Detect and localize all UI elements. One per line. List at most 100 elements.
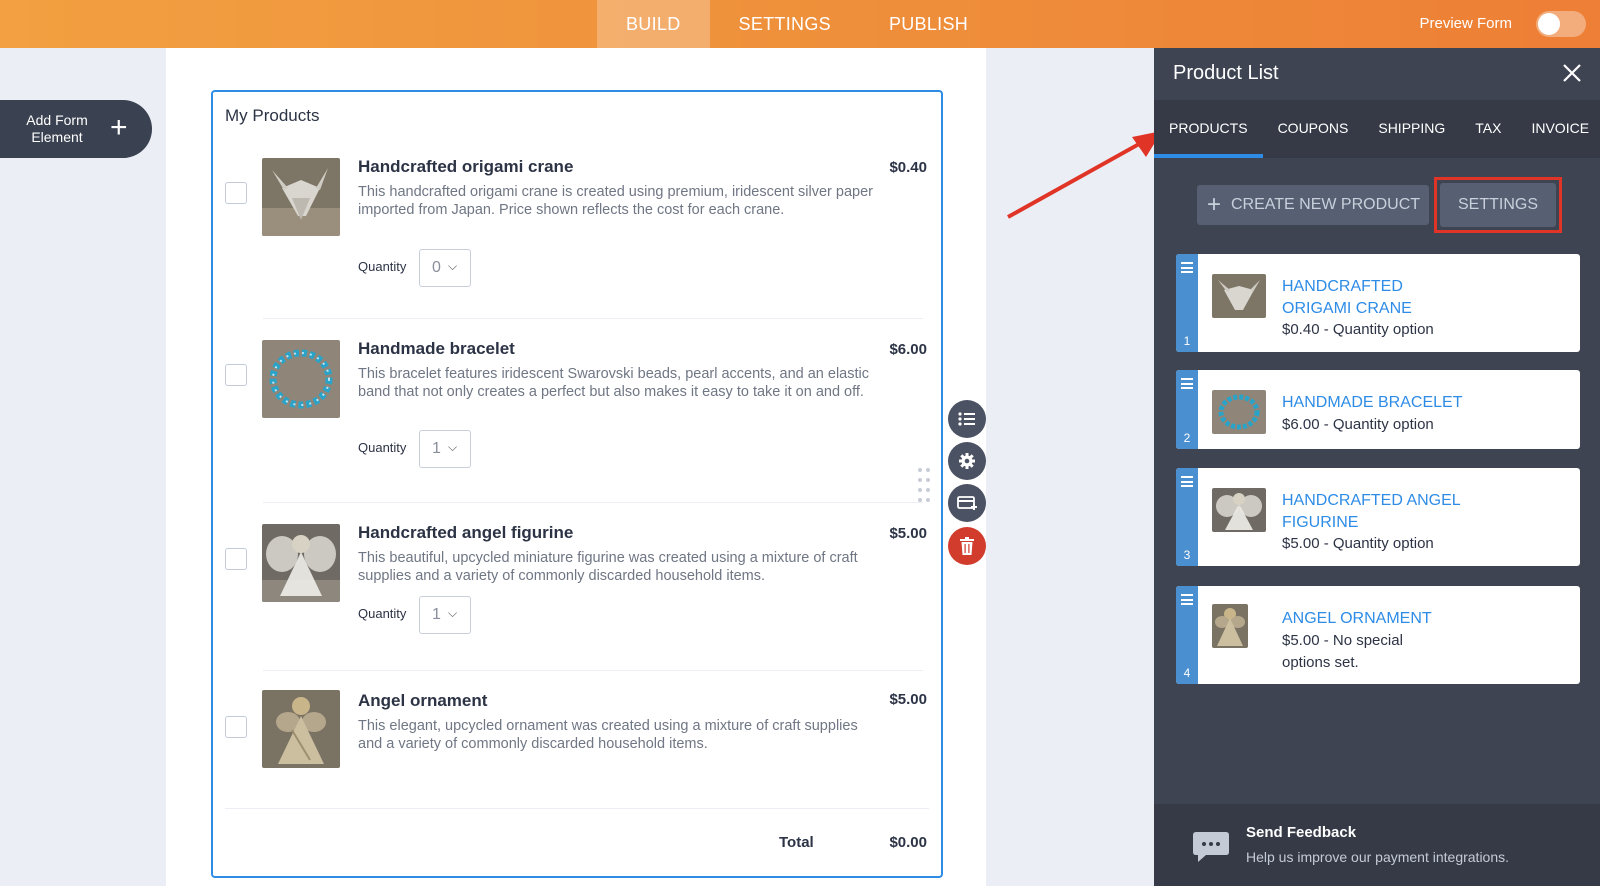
- tab-publish[interactable]: PUBLISH: [860, 0, 997, 48]
- quantity-value: 0: [432, 259, 441, 276]
- preview-form-toggle[interactable]: [1536, 11, 1586, 37]
- tab-products[interactable]: PRODUCTS: [1154, 100, 1263, 158]
- list-icon[interactable]: [948, 400, 986, 438]
- product-checkbox[interactable]: [225, 364, 247, 386]
- product-name: Angel ornament: [358, 691, 488, 710]
- product-index: 2: [1183, 431, 1191, 445]
- hamburger-icon: [1181, 262, 1193, 276]
- product-image-angel-ornament: [262, 690, 340, 768]
- product-checkbox[interactable]: [225, 548, 247, 570]
- drag-handle-icon[interactable]: [918, 468, 932, 502]
- tab-coupons[interactable]: COUPONS: [1263, 100, 1364, 158]
- tab-tax[interactable]: TAX: [1460, 100, 1516, 158]
- plus-icon: +: [110, 111, 128, 144]
- hamburger-icon: [1181, 594, 1193, 608]
- create-new-product-button[interactable]: + CREATE NEW PRODUCT: [1197, 185, 1429, 225]
- product-card-name[interactable]: HANDCRAFTED ORIGAMI CRANE: [1282, 276, 1412, 319]
- product-checkbox[interactable]: [225, 182, 247, 204]
- panel-tabs: PRODUCTS COUPONS SHIPPING TAX INVOICE: [1154, 100, 1600, 158]
- drag-handle[interactable]: 1: [1176, 254, 1198, 352]
- product-card-detail: $0.40 - Quantity option: [1282, 321, 1434, 338]
- product-divider: [263, 502, 923, 503]
- product-card[interactable]: 1 HANDCRAFTED ORIGAMI CRANE $0.40 - Quan…: [1176, 254, 1580, 352]
- product-description: This bracelet features iridescent Swarov…: [358, 366, 869, 400]
- product-image-origami-crane: [262, 158, 340, 236]
- drag-handle[interactable]: 2: [1176, 370, 1198, 449]
- product-name: Handmade bracelet: [358, 339, 515, 358]
- product-settings-button[interactable]: SETTINGS: [1440, 183, 1556, 227]
- hamburger-icon: [1181, 476, 1193, 490]
- quantity-value: 1: [432, 606, 441, 623]
- product-thumbnail: [1212, 488, 1266, 532]
- payment-card-icon[interactable]: [948, 484, 986, 522]
- product-divider: [263, 670, 923, 671]
- product-index: 3: [1183, 548, 1191, 562]
- product-price: $6.00: [889, 341, 927, 358]
- panel-header: Product List: [1154, 48, 1600, 100]
- send-feedback[interactable]: Send Feedback Help us improve our paymen…: [1154, 804, 1600, 886]
- product-index: 4: [1183, 666, 1191, 680]
- total-value: $0.00: [889, 834, 927, 851]
- drag-handle[interactable]: 3: [1176, 468, 1198, 566]
- quantity-value: 1: [432, 440, 441, 457]
- create-new-product-label: CREATE NEW PRODUCT: [1231, 196, 1421, 213]
- chat-bubble-icon: [1193, 832, 1229, 862]
- plus-icon: +: [1207, 191, 1222, 218]
- builder-tabs: BUILD SETTINGS PUBLISH: [597, 0, 997, 48]
- widget-title: My Products: [225, 106, 320, 125]
- feedback-subtitle: Help us improve our payment integrations…: [1246, 849, 1510, 865]
- product-index: 1: [1183, 334, 1191, 348]
- chevron-down-icon: ⌵: [448, 440, 458, 454]
- product-thumbnail: [1212, 604, 1248, 648]
- product-list-widget[interactable]: My Products Handcrafted origami crane $0…: [211, 90, 943, 878]
- panel-title: Product List: [1173, 62, 1279, 84]
- product-description: This handcrafted origami crane is create…: [358, 184, 873, 218]
- product-card-name[interactable]: HANDCRAFTED ANGEL FIGURINE: [1282, 490, 1461, 533]
- product-price: $5.00: [889, 691, 927, 708]
- product-name: Handcrafted angel figurine: [358, 523, 574, 542]
- toggle-knob: [1538, 13, 1560, 35]
- hamburger-icon: [1181, 378, 1193, 392]
- product-thumbnail: [1212, 274, 1266, 318]
- product-list-panel: Product List PRODUCTS COUPONS SHIPPING T…: [1154, 48, 1600, 886]
- product-card[interactable]: 3 HANDCRAFTED ANGEL FIGURINE $5.00 - Qua…: [1176, 468, 1580, 566]
- product-description: This elegant, upcycled ornament was crea…: [358, 718, 858, 752]
- tab-settings[interactable]: SETTINGS: [710, 0, 860, 48]
- quantity-select[interactable]: 1 ⌵: [419, 596, 471, 634]
- product-price: $5.00: [889, 525, 927, 542]
- quantity-select[interactable]: 0 ⌵: [419, 249, 471, 287]
- top-bar: BUILD SETTINGS PUBLISH Preview Form: [0, 0, 1600, 48]
- product-thumbnail: [1212, 390, 1266, 434]
- product-description: This beautiful, upcycled miniature figur…: [358, 550, 858, 584]
- drag-handle[interactable]: 4: [1176, 586, 1198, 684]
- product-name: Handcrafted origami crane: [358, 157, 574, 176]
- total-divider: [225, 808, 929, 809]
- add-form-element-button[interactable]: Add Form Element +: [0, 100, 152, 158]
- product-card-name[interactable]: ANGEL ORNAMENT: [1282, 608, 1432, 630]
- tab-shipping[interactable]: SHIPPING: [1363, 100, 1460, 158]
- total-label: Total: [779, 834, 814, 851]
- product-image-angel-figurine: [262, 524, 340, 602]
- trash-icon[interactable]: [948, 527, 986, 565]
- tab-invoice[interactable]: INVOICE: [1516, 100, 1600, 158]
- quantity-label: Quantity: [358, 259, 407, 274]
- product-card-detail: $5.00 - Quantity option: [1282, 535, 1434, 552]
- feedback-title: Send Feedback: [1246, 824, 1357, 841]
- product-card[interactable]: 4 ANGEL ORNAMENT $5.00 - No special opti…: [1176, 586, 1580, 684]
- close-icon[interactable]: [1560, 61, 1584, 85]
- product-divider: [263, 318, 923, 319]
- preview-form-label: Preview Form: [1419, 15, 1512, 32]
- product-image-bracelet: [262, 340, 340, 418]
- product-card-detail: $5.00 - No special options set.: [1282, 632, 1403, 671]
- product-card-name[interactable]: HANDMADE BRACELET: [1282, 392, 1462, 414]
- quantity-label: Quantity: [358, 606, 407, 621]
- gear-icon[interactable]: [948, 442, 986, 480]
- tab-build[interactable]: BUILD: [597, 0, 710, 48]
- product-checkbox[interactable]: [225, 716, 247, 738]
- chevron-down-icon: ⌵: [448, 259, 458, 273]
- add-form-element-label: Add Form Element: [26, 112, 88, 145]
- product-item: Handcrafted origami crane $0.40 This han…: [213, 152, 941, 292]
- product-card[interactable]: 2 HANDMADE BRACELET $6.00 - Quantity opt…: [1176, 370, 1580, 449]
- quantity-select[interactable]: 1 ⌵: [419, 430, 471, 468]
- product-item: Handcrafted angel figurine $5.00 This be…: [213, 522, 941, 652]
